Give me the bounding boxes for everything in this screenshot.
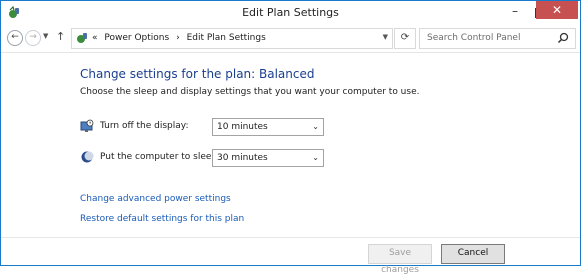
refresh-button[interactable]: ⟳ (394, 28, 416, 49)
page-title: Change settings for the plan: Balanced (80, 67, 315, 81)
close-button[interactable]: ✕ (536, 1, 578, 19)
navigation-bar: ← → ▼ ↑ « Power Options › Edit Plan Sett… (1, 26, 580, 51)
title-bar[interactable]: Edit Plan Settings – ✕ (1, 1, 580, 25)
turn-off-display-value: 10 minutes (217, 122, 268, 132)
sleep-select[interactable]: 30 minutes ⌄ (212, 149, 324, 167)
turn-off-display-label: Turn off the display: (100, 121, 189, 131)
search-box[interactable]: Search Control Panel (419, 28, 576, 49)
recent-locations-chevron-icon[interactable]: ▼ (43, 32, 48, 40)
nav-divider (1, 52, 580, 53)
restore-defaults-link[interactable]: Restore default settings for this plan (80, 214, 244, 224)
minimize-button[interactable]: – (502, 4, 528, 21)
breadcrumb-overflow[interactable]: « (92, 33, 98, 43)
turn-off-display-select[interactable]: 10 minutes ⌄ (212, 118, 324, 136)
breadcrumb-power-options[interactable]: Power Options (104, 33, 169, 43)
back-button[interactable]: ← (7, 30, 23, 46)
sleep-value: 30 minutes (217, 153, 268, 163)
power-options-icon (75, 31, 89, 45)
cancel-button[interactable]: Cancel (441, 244, 505, 264)
sleep-label: Put the computer to sleep: (100, 152, 221, 162)
breadcrumb-edit-plan-settings[interactable]: Edit Plan Settings (187, 33, 266, 43)
address-bar[interactable]: « Power Options › Edit Plan Settings ▼ (71, 28, 393, 49)
search-icon[interactable] (557, 32, 569, 44)
chevron-down-icon: ⌄ (312, 153, 319, 162)
window-title: Edit Plan Settings (242, 6, 339, 19)
search-input[interactable]: Search Control Panel (427, 33, 520, 43)
breadcrumb-separator[interactable]: › (176, 33, 180, 43)
advanced-power-settings-link[interactable]: Change advanced power settings (80, 194, 231, 204)
address-dropdown-icon[interactable]: ▼ (383, 33, 388, 41)
monitor-clock-icon (80, 119, 94, 133)
moon-icon (80, 150, 94, 164)
forward-button[interactable]: → (25, 30, 41, 46)
save-changes-button[interactable]: Save changes (368, 244, 432, 275)
breadcrumb: « Power Options › Edit Plan Settings (92, 33, 270, 43)
chevron-down-icon: ⌄ (312, 122, 319, 131)
up-button[interactable]: ↑ (56, 30, 65, 43)
edit-plan-window: Edit Plan Settings – ✕ ← → ▼ ↑ « Power O… (0, 0, 581, 275)
refresh-icon: ⟳ (400, 32, 410, 43)
page-description: Choose the sleep and display settings th… (80, 87, 420, 97)
